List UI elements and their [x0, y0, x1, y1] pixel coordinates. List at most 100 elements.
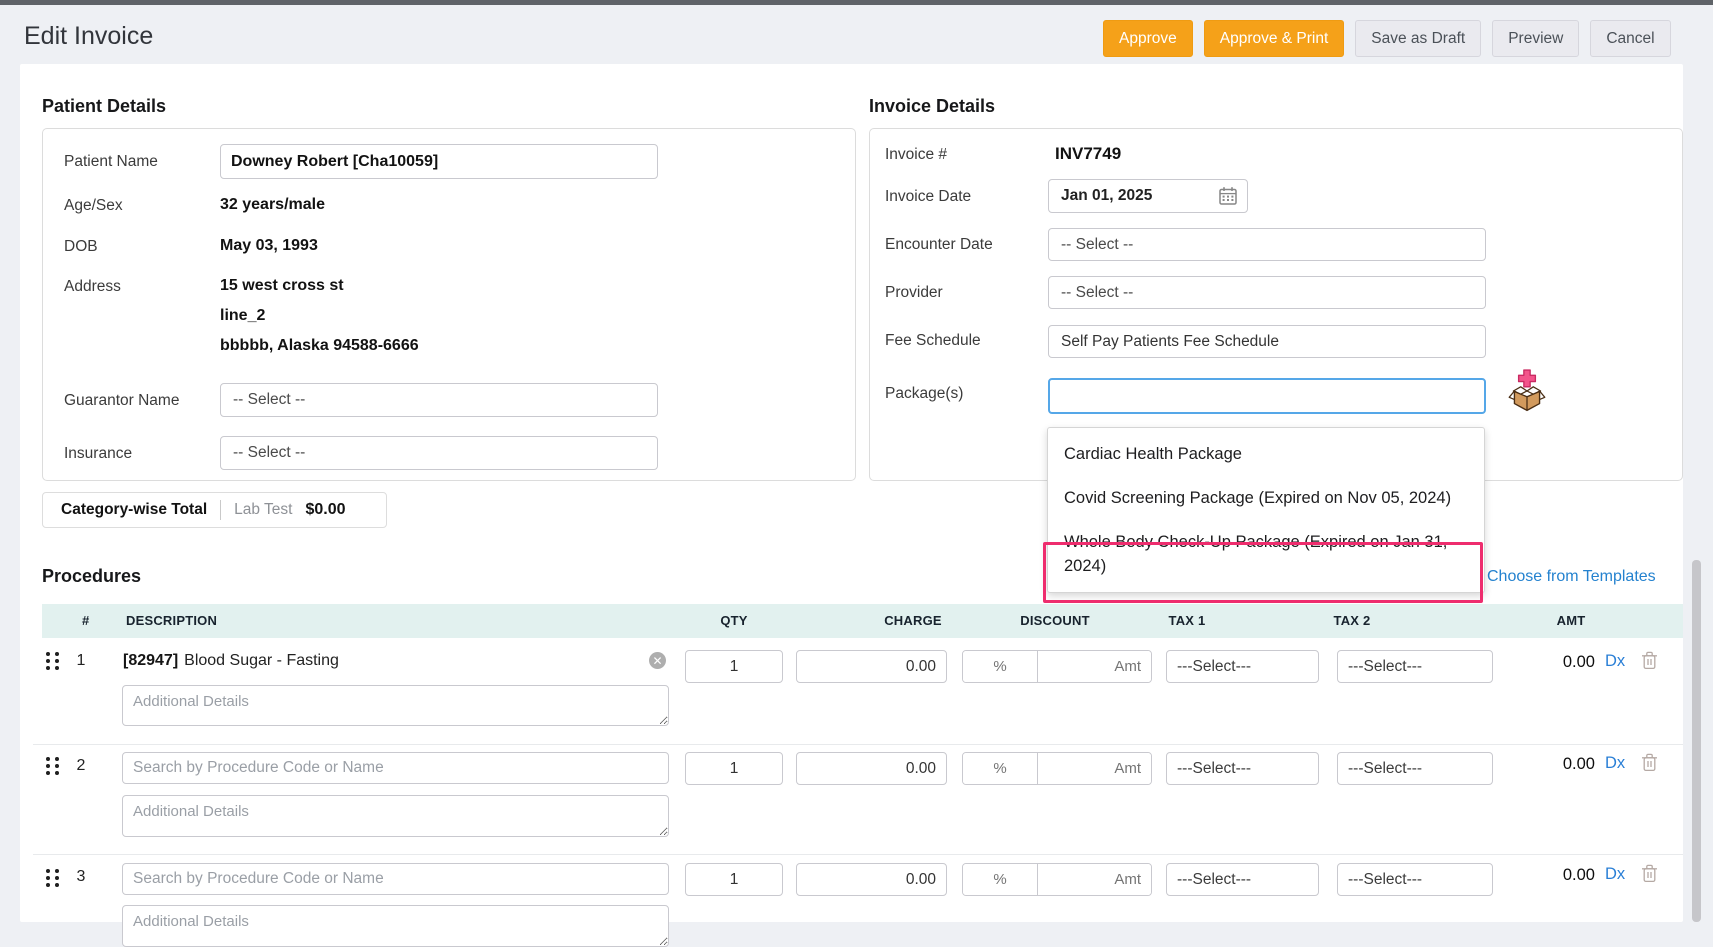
- row3-tax1-select[interactable]: ---Select---: [1166, 863, 1319, 896]
- patient-name-label: Patient Name: [64, 153, 158, 171]
- row1-drag-handle[interactable]: [46, 652, 59, 670]
- row3-number: 3: [70, 868, 92, 886]
- vertical-scrollbar-thumb[interactable]: [1692, 560, 1701, 922]
- guarantor-select[interactable]: -- Select --: [220, 383, 658, 417]
- dob-value: May 03, 1993: [220, 237, 318, 255]
- row3-charge-input[interactable]: [796, 863, 947, 896]
- provider-label: Provider: [885, 284, 943, 302]
- column-tax1: TAX 1: [1157, 613, 1217, 628]
- window-top-edge: [0, 0, 1713, 5]
- row1-dx-link[interactable]: Dx: [1605, 652, 1625, 671]
- package-option-cardiac[interactable]: Cardiac Health Package: [1048, 432, 1484, 476]
- procedures-heading: Procedures: [42, 566, 141, 587]
- row1-qty-input[interactable]: [685, 650, 783, 683]
- row1-charge-input[interactable]: [796, 650, 947, 683]
- row1-procedure-name: Blood Sugar - Fasting: [184, 652, 339, 669]
- row2-procedure-search-input[interactable]: [122, 752, 669, 784]
- patient-name-input[interactable]: [220, 144, 658, 179]
- row3-additional-details-textarea[interactable]: [122, 905, 669, 947]
- cancel-button[interactable]: Cancel: [1590, 20, 1670, 57]
- row2-discount-amount-input[interactable]: [1037, 753, 1151, 784]
- row2-discount-group: [962, 752, 1152, 785]
- column-charge: CHARGE: [873, 613, 953, 628]
- row1-additional-details-textarea[interactable]: [122, 685, 669, 726]
- age-sex-label: Age/Sex: [64, 197, 123, 215]
- package-option-covid[interactable]: Covid Screening Package (Expired on Nov …: [1048, 476, 1484, 520]
- approve-print-button[interactable]: Approve & Print: [1204, 20, 1345, 57]
- patient-details-panel: Patient Name Age/Sex 32 years/male DOB M…: [42, 128, 856, 481]
- row3-procedure-search-input[interactable]: [122, 863, 669, 895]
- approve-button[interactable]: Approve: [1103, 20, 1193, 57]
- row1-discount-percent-input[interactable]: [963, 651, 1037, 682]
- package-option-whole-body[interactable]: Whole Body Check-Up Package (Expired on …: [1048, 520, 1484, 588]
- invoice-number-label: Invoice #: [885, 146, 947, 164]
- category-total-box: Category-wise Total Lab Test $0.00: [42, 492, 387, 528]
- row2-tax1-select[interactable]: ---Select---: [1166, 752, 1319, 785]
- row1-amount: 0.00: [1520, 653, 1595, 672]
- row2-tax2-select[interactable]: ---Select---: [1337, 752, 1493, 785]
- encounter-date-select[interactable]: -- Select --: [1048, 228, 1486, 261]
- invoice-date-value: Jan 01, 2025: [1061, 187, 1152, 205]
- row3-dx-link[interactable]: Dx: [1605, 865, 1625, 884]
- patient-details-heading: Patient Details: [42, 96, 166, 117]
- address-label: Address: [64, 278, 121, 296]
- calendar-icon[interactable]: [1218, 186, 1238, 206]
- preview-button[interactable]: Preview: [1492, 20, 1579, 57]
- insurance-select[interactable]: -- Select --: [220, 436, 658, 470]
- toolbar: Approve Approve & Print Save as Draft Pr…: [1103, 20, 1671, 57]
- column-qty: QTY: [714, 613, 754, 628]
- column-discount: DISCOUNT: [1010, 613, 1100, 628]
- fee-schedule-input[interactable]: Self Pay Patients Fee Schedule: [1048, 325, 1486, 358]
- row3-qty-input[interactable]: [685, 863, 783, 896]
- provider-select[interactable]: -- Select --: [1048, 276, 1486, 309]
- row1-number: 1: [70, 652, 92, 670]
- row1-discount-amount-input[interactable]: [1037, 651, 1151, 682]
- row1-procedure-code: [82947]: [123, 652, 178, 669]
- row2-charge-input[interactable]: [796, 752, 947, 785]
- row3-tax2-select[interactable]: ---Select---: [1337, 863, 1493, 896]
- packages-dropdown: Cardiac Health Package Covid Screening P…: [1047, 427, 1485, 593]
- row2-qty-input[interactable]: [685, 752, 783, 785]
- row1-tax1-select[interactable]: ---Select---: [1166, 650, 1319, 683]
- add-package-icon[interactable]: [1508, 369, 1546, 418]
- save-draft-button[interactable]: Save as Draft: [1355, 20, 1481, 57]
- row3-discount-group: [962, 863, 1152, 896]
- insurance-label: Insurance: [64, 445, 132, 463]
- row2-dx-link[interactable]: Dx: [1605, 754, 1625, 773]
- category-total-divider: [220, 500, 221, 520]
- row2-delete-icon[interactable]: [1641, 753, 1658, 777]
- invoice-date-label: Invoice Date: [885, 188, 971, 206]
- invoice-details-heading: Invoice Details: [869, 96, 995, 117]
- column-amt: AMT: [1546, 613, 1596, 628]
- address-line-1: 15 west cross st: [220, 277, 344, 295]
- row2-amount: 0.00: [1520, 755, 1595, 774]
- row2-number: 2: [70, 757, 92, 775]
- row1-tax2-select[interactable]: ---Select---: [1337, 650, 1493, 683]
- category-total-label: Category-wise Total: [61, 501, 207, 519]
- column-num: #: [82, 613, 89, 628]
- category-name: Lab Test: [234, 501, 292, 519]
- category-amount: $0.00: [305, 501, 345, 519]
- invoice-date-input[interactable]: Jan 01, 2025: [1048, 179, 1248, 213]
- row1-discount-group: [962, 650, 1152, 683]
- row3-discount-amount-input[interactable]: [1037, 864, 1151, 895]
- packages-input[interactable]: [1048, 378, 1486, 414]
- packages-label: Package(s): [885, 385, 963, 403]
- address-line-3: bbbbb, Alaska 94588-6666: [220, 337, 419, 355]
- invoice-number-value: INV7749: [1055, 144, 1121, 164]
- row2-drag-handle[interactable]: [46, 757, 59, 775]
- row3-discount-percent-input[interactable]: [963, 864, 1037, 895]
- row1-remove-procedure-icon[interactable]: ✕: [649, 652, 666, 669]
- encounter-date-label: Encounter Date: [885, 236, 993, 254]
- row-separator: [33, 744, 1683, 745]
- procedures-table-header: # DESCRIPTION QTY CHARGE DISCOUNT TAX 1 …: [42, 604, 1683, 638]
- row2-discount-percent-input[interactable]: [963, 753, 1037, 784]
- choose-from-templates-link[interactable]: Choose from Templates: [1487, 568, 1656, 586]
- row3-drag-handle[interactable]: [46, 869, 59, 887]
- dob-label: DOB: [64, 238, 98, 256]
- row2-additional-details-textarea[interactable]: [122, 795, 669, 837]
- address-line-2: line_2: [220, 307, 265, 325]
- row3-delete-icon[interactable]: [1641, 864, 1658, 888]
- row-separator: [33, 854, 1683, 855]
- row1-delete-icon[interactable]: [1641, 651, 1658, 675]
